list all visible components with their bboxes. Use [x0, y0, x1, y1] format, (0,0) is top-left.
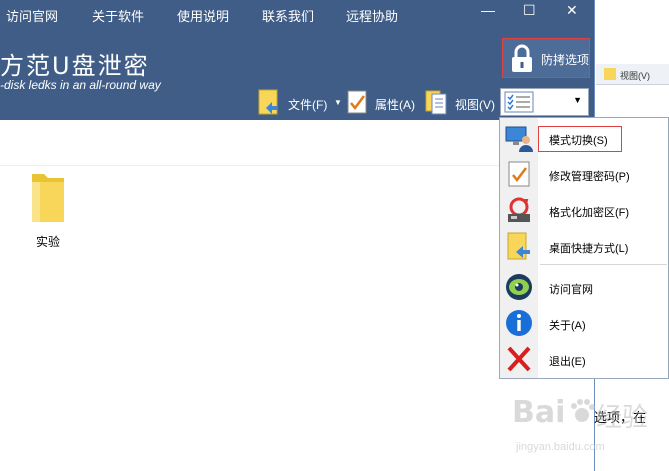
background-view-icon — [604, 68, 616, 80]
dropdown-arrow-icon: ▼ — [573, 95, 582, 105]
menu-item-visit-website-label: 访问官网 — [549, 284, 593, 296]
property-check-icon — [347, 90, 367, 114]
selection-highlight — [538, 126, 622, 152]
menu-remote-assist[interactable]: 远程协助 — [346, 6, 398, 25]
watermark-url: jingyan.baidu.com — [516, 441, 605, 453]
options-dropdown-trigger[interactable]: ▼ — [500, 88, 589, 116]
maximize-button[interactable]: ☐ — [523, 2, 536, 19]
menu-item-format-encrypted[interactable]: 格式化加密区(F) — [500, 192, 668, 228]
view-button[interactable]: 视图(V) — [425, 88, 497, 116]
paw-icon — [571, 399, 595, 422]
menu-about-software[interactable]: 关于软件 — [92, 6, 144, 25]
folder-label: 实验 — [36, 235, 61, 249]
file-menu-label: 文件(F) — [288, 98, 328, 112]
copy-protect-options-label: 防拷选项 — [541, 53, 590, 67]
watermark-brand: Bai — [512, 395, 566, 430]
file-folder-icon — [258, 89, 278, 115]
background-view-label: 视图(V) — [620, 71, 650, 81]
eye-icon — [506, 274, 532, 300]
shortcut-icon — [507, 232, 530, 260]
view-label: 视图(V) — [455, 98, 495, 112]
folder-item[interactable] — [28, 170, 68, 231]
property-button[interactable]: 属性(A) — [347, 88, 417, 116]
menu-item-visit-website[interactable]: 访问官网 — [500, 269, 668, 305]
lock-icon — [512, 44, 532, 72]
info-icon — [506, 310, 532, 336]
menu-item-mode-switch[interactable]: 模式切换(S) — [500, 120, 668, 156]
watermark-brand-2: 经验 — [596, 402, 649, 432]
options-list-icon — [504, 91, 534, 113]
checklist-icon — [508, 161, 530, 187]
menu-instructions[interactable]: 使用说明 — [177, 6, 229, 25]
view-pages-icon — [425, 90, 447, 115]
file-menu-arrow-icon: ▼ — [334, 98, 342, 107]
exit-x-icon — [507, 346, 531, 372]
menu-item-exit[interactable]: 退出(E) — [500, 341, 668, 377]
content-divider — [0, 165, 500, 166]
menu-contact-us[interactable]: 联系我们 — [262, 6, 314, 25]
options-dropdown-menu: 模式切换(S) 修改管理密码(P) 格式化加密区(F) 桌面快捷方式(L) 访问… — [499, 117, 669, 379]
baidu-watermark: Bai 经验 jingyan.baidu.com — [512, 395, 662, 465]
folder-icon — [32, 174, 64, 222]
copy-protect-options-button[interactable]: 防拷选项 — [502, 38, 590, 78]
menu-item-exit-label: 退出(E) — [549, 356, 586, 368]
app-title: 方范U盘泄密 — [0, 52, 150, 80]
app-subtitle: -disk ledks in an all-round way — [0, 78, 161, 92]
menu-item-desktop-shortcut[interactable]: 桌面快捷方式(L) — [500, 228, 668, 264]
file-menu-button[interactable]: 文件(F) ▼ — [258, 88, 342, 116]
menu-item-desktop-shortcut-label: 桌面快捷方式(L) — [549, 243, 629, 255]
format-drive-icon — [508, 197, 530, 222]
menu-item-about[interactable]: 关于(A) — [500, 305, 668, 341]
minimize-button[interactable]: — — [481, 2, 495, 18]
menu-item-change-password-label: 修改管理密码(P) — [549, 171, 630, 183]
monitor-user-icon — [505, 126, 533, 152]
menu-visit-website[interactable]: 访问官网 — [6, 6, 58, 25]
menu-separator — [540, 264, 667, 265]
menu-item-about-label: 关于(A) — [549, 320, 586, 332]
menu-bar: 访问官网 关于软件 使用说明 联系我们 远程协助 — ☐ ✕ — [0, 0, 595, 28]
close-button[interactable]: ✕ — [566, 2, 578, 19]
background-toolbar: 视图(V) — [596, 64, 669, 85]
menu-item-change-password[interactable]: 修改管理密码(P) — [500, 156, 668, 192]
property-label: 属性(A) — [375, 98, 415, 112]
menu-item-format-encrypted-label: 格式化加密区(F) — [549, 207, 630, 219]
